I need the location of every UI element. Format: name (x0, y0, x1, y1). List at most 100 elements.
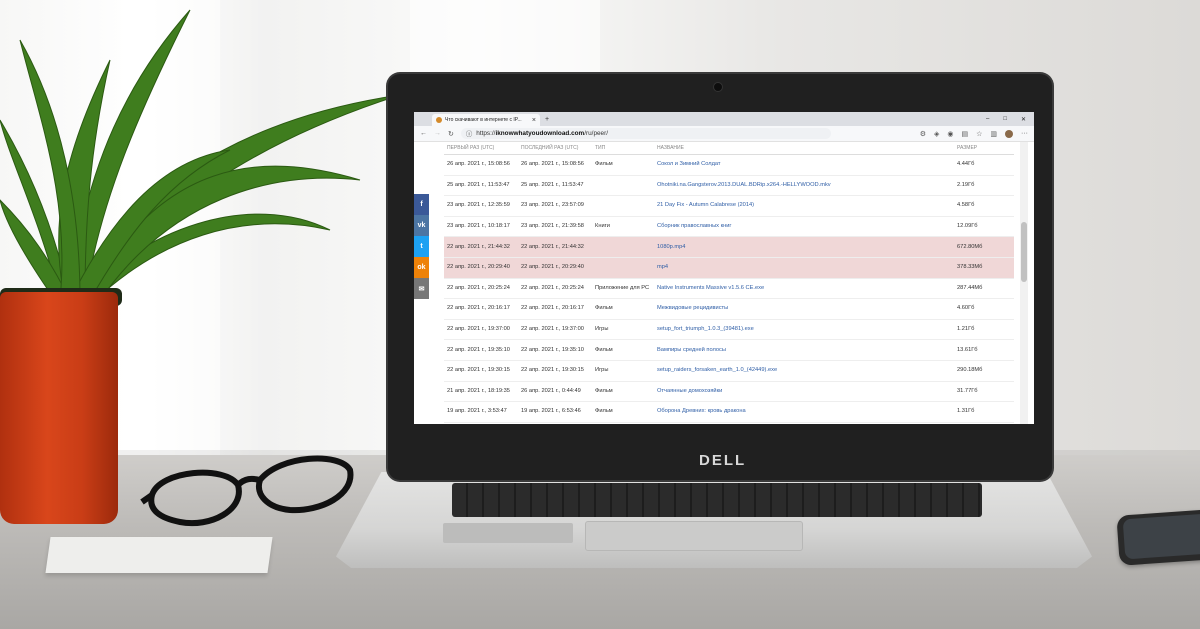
name-cell[interactable]: mp4 (654, 257, 954, 279)
browser-tab[interactable]: Что скачивают в интернете с IP... × (432, 114, 540, 126)
column-header: РАЗМЕР (954, 142, 1014, 155)
table-row: 22 апр. 2021 г., 21:44:32 22 апр. 2021 г.… (444, 236, 1014, 258)
browser-toolbar: ← → ↻ ⓘ https://iknowwhatyoudownload.com… (414, 126, 1034, 142)
refresh-icon[interactable]: ↻ (448, 130, 454, 138)
first-seen-cell: 22 апр. 2021 г., 19:37:00 (444, 319, 518, 341)
type-cell: Фильм (592, 381, 654, 403)
tab-bar: Что скачивают в интернете с IP... × + – … (414, 112, 1034, 126)
favorites-icon[interactable]: ☆ (976, 130, 982, 138)
size-cell: 290.18Мб (954, 360, 1014, 382)
record-icon[interactable]: ◉ (947, 130, 953, 138)
table-row: 22 апр. 2021 г., 20:16:17 22 апр. 2021 г.… (444, 298, 1014, 320)
name-cell[interactable]: Межвидовые рецидивисты (654, 298, 954, 320)
column-header: ТИП (592, 142, 654, 155)
forward-icon[interactable]: → (434, 130, 441, 137)
info-icon: ⓘ (465, 131, 473, 138)
scrollbar[interactable] (1020, 142, 1028, 424)
first-seen-cell: 22 апр. 2021 г., 20:16:17 (444, 298, 518, 320)
name-cell[interactable]: 1080p.mp4 (654, 236, 954, 258)
url-text: https://iknowwhatyoudownload.com/ru/peer… (476, 130, 609, 137)
type-cell (592, 175, 654, 197)
keyboard (452, 483, 982, 517)
size-cell: 4.58Гб (954, 195, 1014, 217)
facebook-icon[interactable]: f (414, 194, 429, 215)
first-seen-cell: 22 апр. 2021 г., 19:35:10 (444, 339, 518, 361)
last-seen-cell: 22 апр. 2021 г., 19:37:00 (518, 319, 592, 341)
favicon-icon (436, 117, 442, 123)
table-row: 22 апр. 2021 г., 20:25:24 22 апр. 2021 г.… (444, 278, 1014, 300)
camera-icon (713, 82, 723, 92)
name-cell[interactable]: Оборона Древних: кровь дракона (654, 401, 954, 423)
page-content: f vk t ok ✉ ПЕРВЫЙ РАЗ (UTC) ПОСЛЕДНИЙ РА… (414, 142, 1034, 424)
last-seen-cell: 22 апр. 2021 г., 20:25:24 (518, 278, 592, 300)
avatar[interactable] (1005, 129, 1013, 138)
size-cell: 4.44Гб (954, 154, 1014, 176)
type-cell: Фильм (592, 298, 654, 320)
vk-icon[interactable]: vk (414, 215, 429, 236)
close-icon[interactable]: × (532, 117, 536, 124)
mail-icon[interactable]: ✉ (414, 278, 429, 299)
size-cell: 185.45Мб (954, 422, 1014, 424)
downloads-table-wrap: ПЕРВЫЙ РАЗ (UTC) ПОСЛЕДНИЙ РАЗ (UTC) ТИП НА… (444, 142, 1014, 424)
last-seen-cell: 26 апр. 2021 г., 17:12:41 (518, 422, 592, 424)
size-cell: 4.60Гб (954, 298, 1014, 320)
maximize-icon[interactable]: □ (1003, 116, 1007, 123)
address-bar[interactable]: ⓘ https://iknowwhatyoudownload.com/ru/pe… (460, 128, 831, 139)
type-cell (592, 257, 654, 279)
extension-icon[interactable]: ⚙ (920, 130, 926, 138)
share-bar: f vk t ok ✉ (414, 194, 429, 299)
type-cell (592, 195, 654, 217)
shield-icon[interactable]: ◈ (934, 130, 939, 138)
first-seen-cell: 22 апр. 2021 г., 19:30:15 (444, 360, 518, 382)
split-icon[interactable]: ▥ (990, 130, 997, 138)
table-row: 23 апр. 2021 г., 12:35:59 23 апр. 2021 г.… (444, 195, 1014, 217)
back-icon[interactable]: ← (420, 130, 427, 137)
minimize-icon[interactable]: – (986, 116, 989, 123)
odnoklassniki-icon[interactable]: ok (414, 257, 429, 278)
table-row: 22 апр. 2021 г., 20:29:40 22 апр. 2021 г.… (444, 257, 1014, 279)
last-seen-cell: 22 апр. 2021 г., 19:35:10 (518, 339, 592, 361)
flower-pot (0, 292, 118, 524)
menu-icon[interactable]: ··· (1021, 130, 1028, 137)
close-window-icon[interactable]: ✕ (1021, 116, 1026, 123)
scrollbar-thumb[interactable] (1021, 222, 1027, 282)
last-seen-cell: 22 апр. 2021 г., 21:44:32 (518, 236, 592, 258)
first-seen-cell: 22 апр. 2021 г., 20:29:40 (444, 257, 518, 279)
first-seen-cell: 23 апр. 2021 г., 12:35:59 (444, 195, 518, 217)
name-cell[interactable]: setup_fort_triumph_1.0.3_(39481).exe (654, 319, 954, 341)
touchpad[interactable] (585, 521, 803, 551)
first-seen-cell: 19 апр. 2021 г., 3:53:47 (444, 401, 518, 423)
size-cell: 672.80Мб (954, 236, 1014, 258)
glasses-icon (140, 440, 370, 545)
collections-icon[interactable]: ▤ (961, 130, 968, 138)
name-cell[interactable]: Сокол и Зимний Солдат (654, 154, 954, 176)
type-cell: Фильм (592, 401, 654, 423)
column-header: ПОСЛЕДНИЙ РАЗ (UTC) (518, 142, 592, 155)
name-cell[interactable]: 21 Day Fix - Autumn Calabrese (2014) (654, 195, 954, 217)
type-cell: Книги (592, 216, 654, 238)
twitter-icon[interactable]: t (414, 236, 429, 257)
type-cell (592, 236, 654, 258)
first-seen-cell: 23 апр. 2021 г., 10:18:17 (444, 216, 518, 238)
laptop-brand: DELL (699, 452, 747, 469)
first-seen-cell: 22 апр. 2021 г., 21:44:32 (444, 236, 518, 258)
table-row: 22 апр. 2021 г., 19:35:10 22 апр. 2021 г.… (444, 339, 1014, 361)
type-cell: Игры (592, 360, 654, 382)
palmrest-stickers (443, 523, 573, 543)
name-cell[interactable]: Ohotniki.na.Gangsterov.2013.DUAL.BDRip.x… (654, 175, 954, 197)
name-cell[interactable]: Вампиры средней полосы (654, 339, 954, 361)
size-cell: 12.09Гб (954, 216, 1014, 238)
new-tab-button[interactable]: + (545, 116, 549, 123)
name-cell[interactable]: Александр Солженицын - Малое собрание со… (654, 422, 954, 424)
size-cell: 31.77Гб (954, 381, 1014, 403)
name-cell[interactable]: setup_raiders_forsaken_earth_1.0_(42449)… (654, 360, 954, 382)
name-cell[interactable]: Сборник православных книг (654, 216, 954, 238)
size-cell: 378.33Мб (954, 257, 1014, 279)
first-seen-cell: 22 апр. 2021 г., 20:25:24 (444, 278, 518, 300)
first-seen-cell: 18 апр. 2021 г., 10:52:41 (444, 422, 518, 424)
name-cell[interactable]: Отчаянные домохозяйки (654, 381, 954, 403)
size-cell: 1.21Гб (954, 319, 1014, 341)
last-seen-cell: 22 апр. 2021 г., 19:30:15 (518, 360, 592, 382)
name-cell[interactable]: Native Instruments Massive v1.5.6 CE.exe (654, 278, 954, 300)
table-row: 18 апр. 2021 г., 10:52:4126 апр. 2021 г.… (444, 422, 1014, 424)
